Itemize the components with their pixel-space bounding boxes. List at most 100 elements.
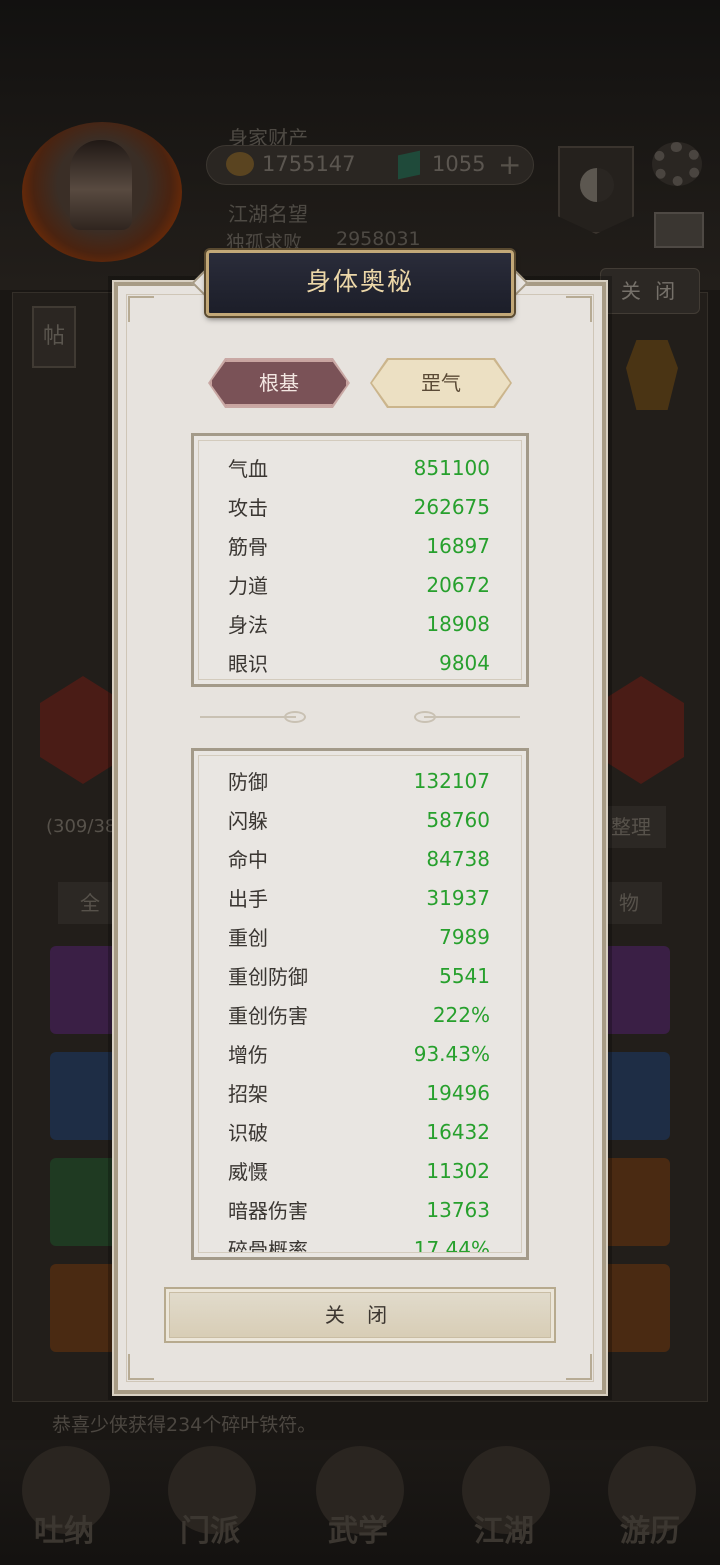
- sort-button[interactable]: 整理: [596, 806, 666, 848]
- jade-value: 1055: [432, 152, 486, 176]
- stat-value: 18908: [426, 611, 490, 636]
- divider-ornament: [284, 711, 306, 723]
- bag-slot[interactable]: [50, 946, 120, 1034]
- stat-value: 222%: [432, 1002, 490, 1027]
- stat-label: 筋骨: [228, 535, 268, 559]
- silver-value: 1755147: [262, 152, 356, 176]
- bag-slot[interactable]: [600, 1052, 670, 1140]
- stat-row: 气血 851100: [228, 448, 490, 487]
- post-button[interactable]: 帖: [32, 306, 76, 368]
- bag-slot[interactable]: [50, 1158, 120, 1246]
- stat-label: 力道: [228, 574, 268, 598]
- stat-row: 重创防御 5541: [228, 956, 490, 995]
- stat-row: 碎骨概率 17.44%: [228, 1229, 490, 1260]
- news-ticker: 恭喜少侠获得234个碎叶铁符。: [52, 1414, 317, 1436]
- bag-slot[interactable]: [50, 1052, 120, 1140]
- stat-label: 命中: [228, 848, 268, 872]
- bag-slot[interactable]: [600, 946, 670, 1034]
- stat-label: 身法: [228, 613, 268, 637]
- stat-row: 增伤 93.43%: [228, 1034, 490, 1073]
- stat-value: 31937: [426, 885, 490, 910]
- stat-row: 眼识 9804: [228, 643, 490, 682]
- stat-label: 碎骨概率: [228, 1238, 308, 1260]
- nav-travel[interactable]: 游历: [620, 1506, 680, 1550]
- tab-foundation[interactable]: 根基: [210, 360, 348, 406]
- stat-row: 重创 7989: [228, 917, 490, 956]
- mail-icon[interactable]: [654, 212, 704, 248]
- yinyang-icon: [580, 168, 614, 202]
- stat-value: 84738: [426, 846, 490, 871]
- stat-label: 威慑: [228, 1160, 268, 1184]
- nav-jianghu[interactable]: 江湖: [474, 1506, 534, 1550]
- add-currency-icon[interactable]: +: [498, 148, 521, 181]
- stat-value: 262675: [413, 494, 490, 519]
- stat-value: 851100: [413, 455, 490, 480]
- stat-value: 5541: [439, 963, 490, 988]
- stat-row: 防御 132107: [228, 761, 490, 800]
- advanced-stats-panel[interactable]: 防御 132107 闪躲 58760 命中 84738 出手 31937 重创 7989 重创防御 5…: [191, 748, 529, 1260]
- basic-stats-panel: 气血 851100 攻击 262675 筋骨 16897 力道 20672 身法 18908 眼识 9…: [191, 433, 529, 687]
- settings-gear-icon[interactable]: [652, 142, 702, 186]
- stat-label: 暗器伤害: [228, 1199, 308, 1223]
- stat-value: 16432: [426, 1119, 490, 1144]
- silver-ingot-icon: [226, 152, 254, 176]
- stat-label: 识破: [228, 1121, 268, 1145]
- divider-line: [200, 716, 296, 718]
- stat-value: 58760: [426, 807, 490, 832]
- corner-ornament: [128, 296, 154, 322]
- stat-label: 重创: [228, 926, 268, 950]
- stat-value: 16897: [426, 533, 490, 558]
- divider-line: [424, 716, 520, 718]
- stat-value: 93.43%: [413, 1041, 490, 1066]
- stat-value: 7989: [439, 924, 490, 949]
- fame-value: 2958031: [336, 228, 421, 250]
- stat-row: 命中 84738: [228, 839, 490, 878]
- stat-value: 13763: [426, 1197, 490, 1222]
- bag-slot[interactable]: [600, 1264, 670, 1352]
- stat-row: 力道 20672: [228, 565, 490, 604]
- stat-label: 重创伤害: [228, 1004, 308, 1028]
- stat-label: 重创防御: [228, 965, 308, 989]
- stat-row: 重创伤害 222%: [228, 995, 490, 1034]
- stat-row: 威慑 11302: [228, 1151, 490, 1190]
- bag-tab-all[interactable]: 全: [58, 882, 122, 924]
- stat-row: 闪躲 58760: [228, 800, 490, 839]
- dialog-title: 身体奥秘: [206, 250, 514, 316]
- corner-ornament: [566, 296, 592, 322]
- stat-row: 招架 19496: [228, 1073, 490, 1112]
- stat-value: 19496: [426, 1080, 490, 1105]
- stat-label: 攻击: [228, 496, 268, 520]
- fame-label: 江湖名望: [228, 202, 308, 226]
- stat-label: 气血: [228, 457, 268, 481]
- nav-breathing[interactable]: 吐纳: [34, 1506, 94, 1550]
- bag-slot[interactable]: [50, 1264, 120, 1352]
- stat-value: 9804: [439, 650, 490, 675]
- stat-label: 眼识: [228, 652, 268, 676]
- stat-label: 增伤: [228, 1043, 268, 1067]
- bag-count: (309/38: [46, 816, 117, 837]
- tab-aura[interactable]: 罡气: [372, 360, 510, 406]
- corner-ornament: [566, 1354, 592, 1380]
- bag-slot[interactable]: [600, 1158, 670, 1246]
- jade-icon: [398, 150, 420, 180]
- stat-row: 暗器伤害 13763: [228, 1190, 490, 1229]
- stat-row: 识破 16432: [228, 1112, 490, 1151]
- stat-value: 20672: [426, 572, 490, 597]
- basic-stats-list: 气血 851100 攻击 262675 筋骨 16897 力道 20672 身法 18908 眼识 9…: [228, 448, 490, 682]
- stat-label: 出手: [228, 887, 268, 911]
- nav-martial[interactable]: 武学: [328, 1506, 388, 1550]
- advanced-stats-list: 防御 132107 闪躲 58760 命中 84738 出手 31937 重创 7989 重创防御 5…: [228, 761, 490, 1260]
- dialog-close-button[interactable]: 关 闭: [164, 1287, 556, 1343]
- corner-ornament: [128, 1354, 154, 1380]
- background-close-button[interactable]: 关 闭: [600, 268, 700, 314]
- stat-label: 防御: [228, 770, 268, 794]
- stat-label: 招架: [228, 1082, 268, 1106]
- stat-value: 11302: [426, 1158, 490, 1183]
- stat-row: 攻击 262675: [228, 487, 490, 526]
- yinyang-button[interactable]: [558, 146, 634, 234]
- stat-value: 17.44%: [413, 1236, 490, 1260]
- nav-sect[interactable]: 门派: [180, 1506, 240, 1550]
- stat-label: 闪躲: [228, 809, 268, 833]
- stat-row: 身法 18908: [228, 604, 490, 643]
- avatar-portrait: [70, 140, 132, 230]
